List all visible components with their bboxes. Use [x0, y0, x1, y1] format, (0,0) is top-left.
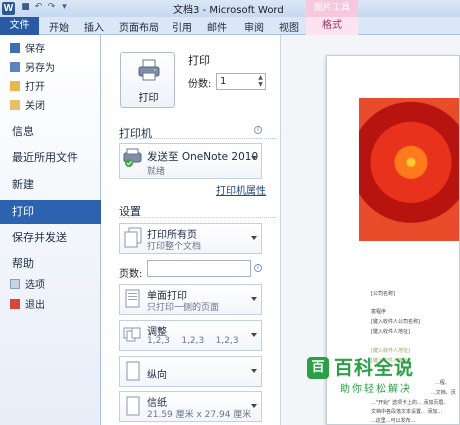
nav-save-as-label: 另存为	[25, 63, 55, 74]
info-icon[interactable]: i	[254, 126, 262, 134]
orientation-value: 纵向	[147, 370, 167, 381]
chevron-down-icon	[251, 369, 257, 373]
chevron-down-icon	[251, 156, 257, 160]
nav-open-label: 打开	[25, 82, 45, 93]
nav-new[interactable]: 新建	[0, 173, 101, 197]
save-icon	[10, 43, 20, 53]
folder-close-icon	[10, 100, 20, 110]
divider	[119, 217, 275, 218]
chevron-down-icon	[251, 236, 257, 240]
duplex-desc: 只打印一侧的页面	[147, 303, 220, 313]
print-button[interactable]: 打印	[120, 52, 175, 108]
tab-insert[interactable]: 插入	[84, 19, 104, 34]
nav-options-label: 选项	[25, 280, 45, 291]
save-as-icon	[10, 62, 20, 72]
nav-exit[interactable]: 退出	[10, 297, 45, 315]
printer-icon	[138, 59, 160, 81]
tab-view[interactable]: 视图	[279, 19, 299, 34]
undo-icon[interactable]: ↶	[33, 2, 44, 13]
nav-help[interactable]: 帮助	[0, 252, 101, 276]
portrait-icon	[126, 361, 140, 381]
redo-icon[interactable]: ↷	[46, 2, 57, 13]
nav-save[interactable]: 保存	[10, 41, 45, 59]
window-title: 文档3 - Microsoft Word	[173, 5, 284, 16]
info-icon[interactable]: i	[254, 264, 262, 272]
preview-text: 富程序	[371, 309, 387, 315]
flower-photo	[359, 98, 459, 241]
printer-status: 就绪	[147, 167, 166, 177]
printer-properties-link[interactable]: 打印机属性	[216, 182, 266, 197]
tab-file[interactable]: 文件	[0, 17, 39, 35]
duplex-select[interactable]: 单面打印 只打印一侧的页面	[119, 284, 262, 315]
printer-select[interactable]: 发送至 OneNote 2010 就绪	[119, 143, 262, 179]
nav-info[interactable]: 信息	[0, 120, 101, 144]
title-bar: W ■ ↶ ↷ ▾ 文档3 - Microsoft Word 图片工具	[0, 0, 460, 17]
collate-icon	[123, 327, 141, 342]
pages-icon	[124, 227, 142, 248]
tab-page-layout[interactable]: 页面布局	[119, 19, 159, 34]
pages-input[interactable]	[147, 260, 251, 277]
onenote-printer-icon	[123, 148, 142, 167]
save-icon[interactable]: ■	[20, 2, 31, 13]
nav-exit-label: 退出	[25, 300, 45, 311]
preview-text: [键入收件人公司名称]	[371, 319, 420, 325]
preview-text: ..."开始" 选项卡上的... 添加页眉、	[371, 400, 449, 406]
copies-input[interactable]: 1 ▲ ▼	[216, 73, 266, 90]
one-sided-icon	[125, 289, 140, 308]
print-range-select[interactable]: 打印所有页 打印整个文档	[119, 223, 262, 254]
tab-home[interactable]: 开始	[49, 19, 69, 34]
tab-format[interactable]: 格式	[306, 17, 358, 35]
preview-text: ...文档、页	[431, 390, 456, 396]
watermark-title: 百科全说	[334, 357, 415, 379]
customize-toolbar-icon[interactable]: ▾	[59, 2, 70, 13]
chevron-down-icon	[251, 297, 257, 301]
tab-review[interactable]: 审阅	[244, 19, 264, 34]
nav-close[interactable]: 关闭	[10, 98, 45, 116]
folder-open-icon	[10, 81, 20, 91]
ribbon-tab-bar: 文件 开始 插入 页面布局 引用 邮件 审阅 视图 格式	[0, 17, 460, 35]
collate-desc: 1,2,3 1,2,3 1,2,3	[147, 336, 239, 346]
chevron-down-icon	[251, 404, 257, 408]
watermark-logo-icon: 百	[307, 357, 329, 379]
exit-icon	[10, 299, 20, 309]
print-settings-pane: 打印 打印 份数: 1 ▲ ▼ 打印机 i 发送至 OneNote 2010 就绪…	[101, 35, 281, 425]
divider	[119, 138, 275, 139]
watermark: 百 百科全说 助你轻松解决	[307, 352, 417, 400]
orientation-select[interactable]: 纵向	[119, 356, 262, 387]
print-heading: 打印	[188, 54, 210, 67]
nav-print[interactable]: 打印	[0, 200, 108, 224]
print-button-label: 打印	[138, 93, 159, 104]
backstage-nav: 保存 另存为 打开 关闭 信息 最近所用文件 新建 打印 保存并发送 帮助 选项…	[0, 35, 108, 425]
collate-select[interactable]: 调整 1,2,3 1,2,3 1,2,3	[119, 320, 262, 351]
chevron-down-icon	[251, 333, 257, 337]
print-range-desc: 打印整个文档	[147, 242, 202, 252]
options-icon	[10, 279, 20, 289]
nav-recent[interactable]: 最近所用文件	[0, 146, 101, 170]
copies-value: 1	[220, 76, 227, 87]
paper-size-icon	[126, 396, 140, 416]
paper-size-desc: 21.59 厘米 x 27.94 厘米	[147, 410, 252, 420]
nav-save-label: 保存	[25, 44, 45, 55]
word-app-icon[interactable]: W	[2, 2, 15, 15]
nav-save-as[interactable]: 另存为	[10, 60, 55, 78]
watermark-subtitle: 助你轻松解决	[340, 384, 412, 395]
tab-mailings[interactable]: 邮件	[207, 19, 227, 34]
nav-close-label: 关闭	[25, 101, 45, 112]
preview-text: [键入收件人地址]	[371, 329, 410, 335]
nav-open[interactable]: 打开	[10, 79, 45, 97]
pages-label: 页数:	[119, 269, 143, 280]
copies-label: 份数:	[188, 79, 212, 90]
copies-stepper[interactable]: ▲ ▼	[256, 74, 265, 89]
printer-name: 发送至 OneNote 2010	[147, 151, 259, 163]
picture-tools-label: 图片工具	[306, 0, 358, 17]
preview-text: [公司名称]	[371, 291, 395, 297]
tab-references[interactable]: 引用	[172, 19, 192, 34]
preview-text: 文档中各段落文本设置... 添加...	[371, 409, 443, 415]
nav-save-and-send[interactable]: 保存并发送	[0, 226, 101, 250]
nav-options[interactable]: 选项	[10, 277, 45, 295]
preview-text: ...程、	[435, 380, 450, 386]
preview-text: ...这里...可以发布...	[371, 418, 416, 424]
paper-size-select[interactable]: 信纸 21.59 厘米 x 27.94 厘米	[119, 391, 262, 422]
